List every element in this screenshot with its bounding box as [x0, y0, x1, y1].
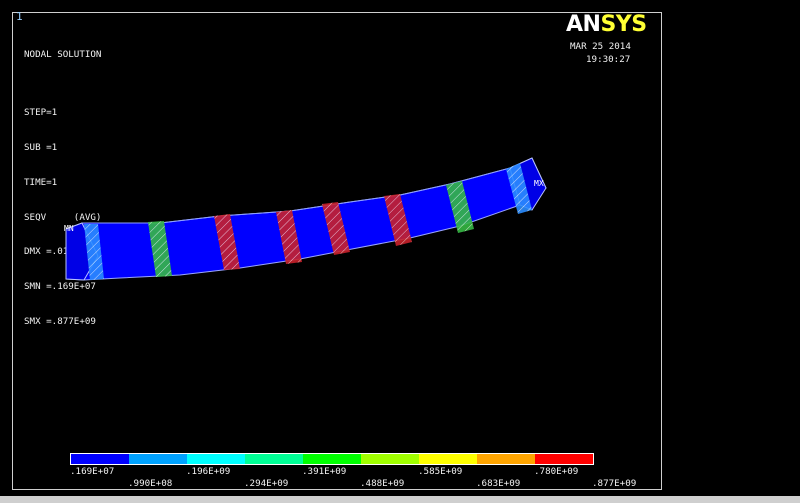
window-bottom-strip	[0, 496, 800, 503]
legend-color-6	[361, 454, 419, 464]
legend-color-1	[71, 454, 129, 464]
legend-label-top-1: .169E+07	[70, 466, 115, 477]
legend-label-top-2: .196E+09	[186, 466, 231, 477]
max-marker: MX	[534, 179, 544, 188]
min-marker: MN	[64, 224, 74, 233]
legend-label-top-5: .780E+09	[534, 466, 579, 477]
beam-model: MN MX	[64, 157, 547, 281]
legend-color-2	[129, 454, 187, 464]
legend-label-bottom-1: .990E+08	[128, 478, 173, 489]
legend-label-bottom-4: .683E+09	[476, 478, 521, 489]
legend-color-4	[245, 454, 303, 464]
contour-legend-bar	[70, 453, 594, 465]
graphics-viewport[interactable]: 1 NODAL SOLUTION STEP=1 SUB =1 TIME=1 SE…	[0, 0, 800, 503]
beam-body	[65, 157, 547, 281]
legend-color-8	[477, 454, 535, 464]
legend-color-9	[535, 454, 593, 464]
legend-label-bottom-5: .877E+09	[592, 478, 637, 489]
legend-color-3	[187, 454, 245, 464]
legend-label-top-4: .585E+09	[418, 466, 463, 477]
legend-label-top-3: .391E+09	[302, 466, 347, 477]
legend-label-bottom-3: .488E+09	[360, 478, 405, 489]
legend-color-5	[303, 454, 361, 464]
legend-color-7	[419, 454, 477, 464]
legend-label-bottom-2: .294E+09	[244, 478, 289, 489]
